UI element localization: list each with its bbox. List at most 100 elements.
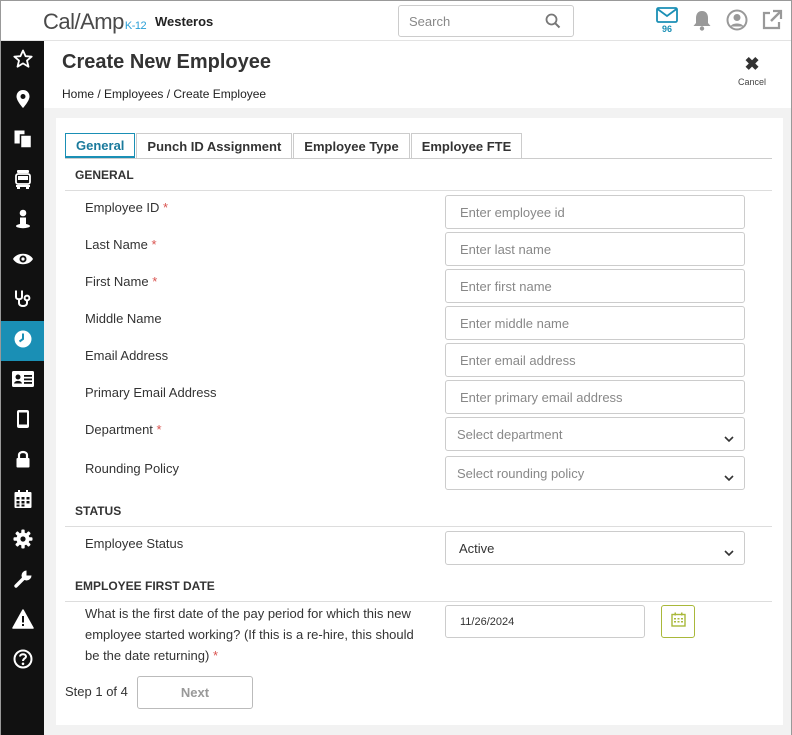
employee-status-label: Employee Status xyxy=(85,536,184,551)
middle-name-input[interactable] xyxy=(446,307,744,339)
sidebar-item-settings[interactable] xyxy=(1,521,44,561)
bell-icon[interactable] xyxy=(692,10,712,36)
chevron-down-icon xyxy=(724,431,734,446)
sidebar-item-health[interactable] xyxy=(1,281,44,321)
sidebar-item-time-clock[interactable] xyxy=(1,321,44,361)
tab-divider xyxy=(65,158,772,159)
page-title: Create New Employee xyxy=(62,51,271,73)
search-box[interactable] xyxy=(398,5,574,37)
id-card-icon xyxy=(11,370,35,393)
documents-icon xyxy=(13,129,33,154)
logo[interactable]: Cal/AmpK-12 xyxy=(43,9,147,35)
sidebar xyxy=(1,41,44,735)
step-indicator: Step 1 of 4 xyxy=(65,684,128,699)
date-picker-button[interactable] xyxy=(661,605,695,638)
gear-icon xyxy=(13,529,33,554)
tab-employee-type[interactable]: Employee Type xyxy=(293,133,410,158)
search-input[interactable] xyxy=(399,6,539,36)
department-select[interactable]: Select department xyxy=(445,417,745,451)
first-date-input[interactable] xyxy=(446,606,644,637)
rounding-policy-select[interactable]: Select rounding policy xyxy=(445,456,745,490)
employee-id-field[interactable] xyxy=(445,195,745,229)
form-tabs: General Punch ID Assignment Employee Typ… xyxy=(65,133,523,158)
last-name-label: Last Name * xyxy=(85,237,157,252)
primary-email-input[interactable] xyxy=(446,381,744,413)
section-general-title: GENERAL xyxy=(75,168,134,182)
user-profile-icon[interactable] xyxy=(726,9,748,36)
first-name-label: First Name * xyxy=(85,274,158,289)
logo-suffix: K-12 xyxy=(124,20,147,32)
next-button[interactable]: Next xyxy=(137,676,253,709)
sidebar-item-id-cards[interactable] xyxy=(1,361,44,401)
section-divider xyxy=(65,526,772,527)
cancel-button[interactable]: ✖ Cancel xyxy=(736,55,768,87)
sidebar-item-help[interactable] xyxy=(1,641,44,681)
email-label: Email Address xyxy=(85,348,169,363)
person-icon xyxy=(15,209,31,234)
stethoscope-icon xyxy=(13,289,33,314)
sidebar-item-security[interactable] xyxy=(1,441,44,481)
sidebar-item-documents[interactable] xyxy=(1,121,44,161)
primary-email-label: Primary Email Address xyxy=(85,385,217,400)
last-name-input[interactable] xyxy=(446,233,744,265)
sidebar-item-alerts[interactable] xyxy=(1,601,44,641)
calendar-icon xyxy=(13,489,33,514)
external-link-icon[interactable] xyxy=(761,9,783,36)
sidebar-item-transportation[interactable] xyxy=(1,161,44,201)
star-icon xyxy=(12,49,33,74)
section-divider xyxy=(65,190,772,191)
sidebar-item-students[interactable] xyxy=(1,201,44,241)
sidebar-item-tools[interactable] xyxy=(1,561,44,601)
first-date-field[interactable] xyxy=(445,605,645,638)
sidebar-item-favorites[interactable] xyxy=(1,41,44,81)
breadcrumb[interactable]: Home / Employees / Create Employee xyxy=(62,87,266,101)
middle-name-field[interactable] xyxy=(445,306,745,340)
map-pin-icon xyxy=(15,89,31,114)
last-name-field[interactable] xyxy=(445,232,745,266)
clock-icon xyxy=(13,329,33,354)
cancel-label: Cancel xyxy=(737,77,766,87)
bus-icon xyxy=(14,169,32,194)
section-first-date-title: EMPLOYEE FIRST DATE xyxy=(75,579,215,593)
logo-text: Cal/Amp xyxy=(43,9,124,34)
tab-employee-fte[interactable]: Employee FTE xyxy=(410,133,523,158)
employee-id-input[interactable] xyxy=(446,196,744,228)
tab-general[interactable]: General xyxy=(65,133,136,158)
primary-email-field[interactable] xyxy=(445,380,745,414)
employee-status-select[interactable]: Active xyxy=(445,531,745,565)
department-label: Department * xyxy=(85,422,162,437)
search-icon[interactable] xyxy=(545,13,561,34)
first-name-field[interactable] xyxy=(445,269,745,303)
warning-icon xyxy=(11,608,34,634)
section-divider xyxy=(65,601,772,602)
tab-punch-id-assignment[interactable]: Punch ID Assignment xyxy=(136,133,293,158)
district-name: Westeros xyxy=(155,14,214,29)
lock-icon xyxy=(15,449,31,474)
wrench-icon xyxy=(13,569,33,594)
close-icon: ✖ xyxy=(744,54,760,74)
eye-icon xyxy=(12,252,34,271)
first-name-input[interactable] xyxy=(446,270,744,302)
chevron-down-icon xyxy=(724,545,734,560)
first-date-question: What is the first date of the pay period… xyxy=(85,606,414,663)
calendar-icon xyxy=(670,612,686,632)
employee-status-select-value: Active xyxy=(459,540,495,556)
mail-count-badge: 96 xyxy=(662,24,673,34)
email-input[interactable] xyxy=(446,344,744,376)
employee-id-label: Employee ID * xyxy=(85,200,169,215)
sidebar-item-calendar[interactable] xyxy=(1,481,44,521)
department-select-value: Select department xyxy=(457,426,563,442)
employee-form: General Punch ID Assignment Employee Typ… xyxy=(56,118,783,725)
main-content: Create New Employee Home / Employees / C… xyxy=(44,41,791,735)
sidebar-item-devices[interactable] xyxy=(1,401,44,441)
sidebar-item-locations[interactable] xyxy=(1,81,44,121)
sidebar-item-visitors[interactable] xyxy=(1,241,44,281)
help-icon xyxy=(13,649,33,674)
top-bar: Cal/AmpK-12 Westeros 96 xyxy=(1,1,791,41)
section-status-title: STATUS xyxy=(75,504,122,518)
middle-name-label: Middle Name xyxy=(85,311,162,326)
rounding-policy-select-value: Select rounding policy xyxy=(457,465,585,481)
rounding-policy-label: Rounding Policy xyxy=(85,461,179,476)
email-field[interactable] xyxy=(445,343,745,377)
page-header: Create New Employee Home / Employees / C… xyxy=(44,41,791,108)
